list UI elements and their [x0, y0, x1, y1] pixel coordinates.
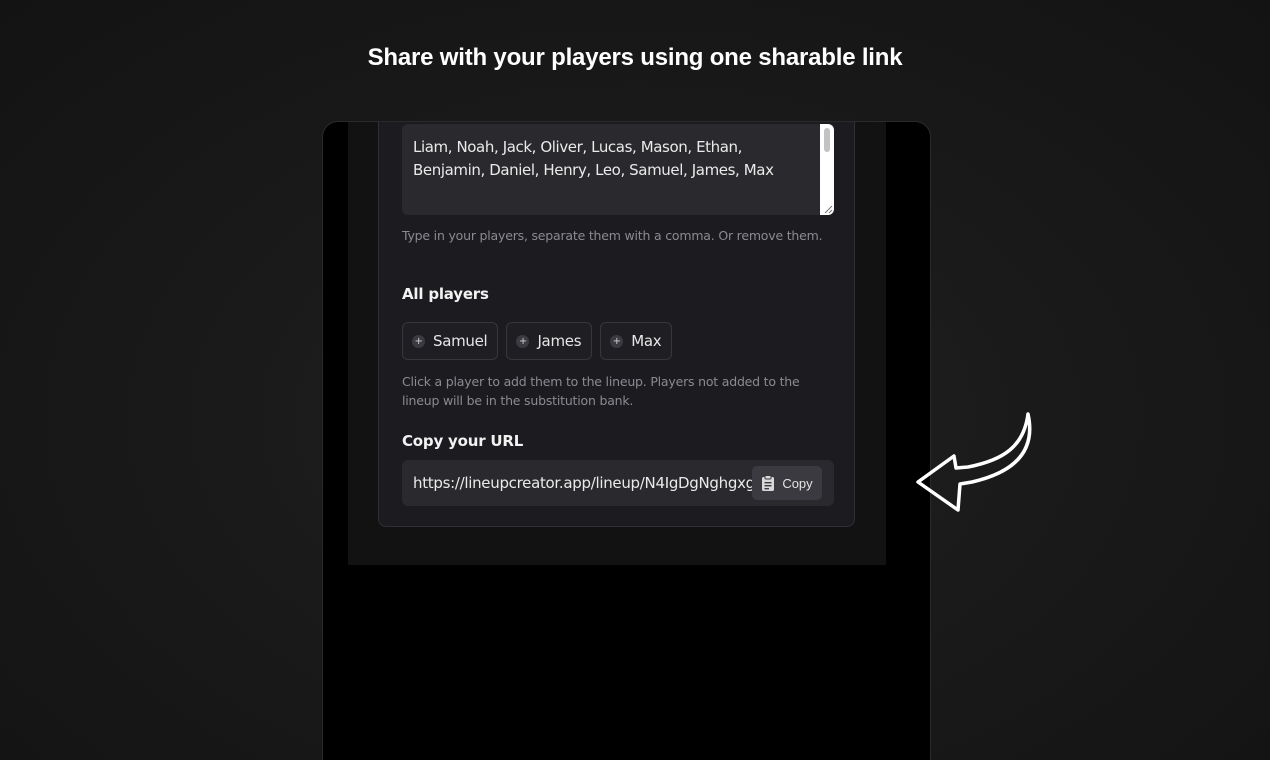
player-chip-label: Max — [631, 332, 662, 350]
player-chip[interactable]: + James — [506, 322, 593, 360]
players-textarea[interactable]: Liam, Noah, Jack, Oliver, Lucas, Mason, … — [402, 124, 834, 215]
player-chip[interactable]: + Samuel — [402, 322, 499, 360]
plus-icon: + — [516, 334, 530, 348]
player-chips: + Samuel + James + Max — [402, 322, 673, 360]
textarea-scrollbar[interactable] — [820, 124, 834, 215]
players-textarea-value: Liam, Noah, Jack, Oliver, Lucas, Mason, … — [413, 138, 774, 179]
headline: Share with your players using one sharab… — [367, 44, 903, 71]
resize-handle-icon[interactable] — [823, 204, 833, 214]
players-helper-text: Type in your players, separate them with… — [402, 228, 823, 243]
app-screen: Liam, Noah, Jack, Oliver, Lucas, Mason, … — [348, 122, 886, 565]
url-field[interactable]: https://lineupcreator.app/lineup/N4IgDgN… — [402, 460, 834, 506]
curved-arrow-icon — [916, 412, 1032, 512]
copy-button-label: Copy — [782, 475, 813, 491]
scrollbar-thumb[interactable] — [824, 128, 830, 152]
plus-icon: + — [412, 334, 425, 348]
player-chip-label: James — [537, 332, 582, 350]
settings-card: Liam, Noah, Jack, Oliver, Lucas, Mason, … — [378, 122, 855, 527]
plus-icon: + — [610, 334, 624, 348]
copy-button[interactable]: Copy — [752, 466, 822, 500]
phone-frame: Liam, Noah, Jack, Oliver, Lucas, Mason, … — [322, 121, 931, 760]
copy-url-title: Copy your URL — [402, 432, 524, 450]
player-chip[interactable]: + Max — [600, 322, 673, 360]
player-chip-label: Samuel — [433, 332, 488, 350]
all-players-helper-text: Click a player to add them to the lineup… — [402, 374, 800, 408]
url-value: https://lineupcreator.app/lineup/N4IgDgN… — [413, 474, 753, 492]
clipboard-icon — [762, 475, 775, 491]
all-players-title: All players — [402, 285, 489, 303]
